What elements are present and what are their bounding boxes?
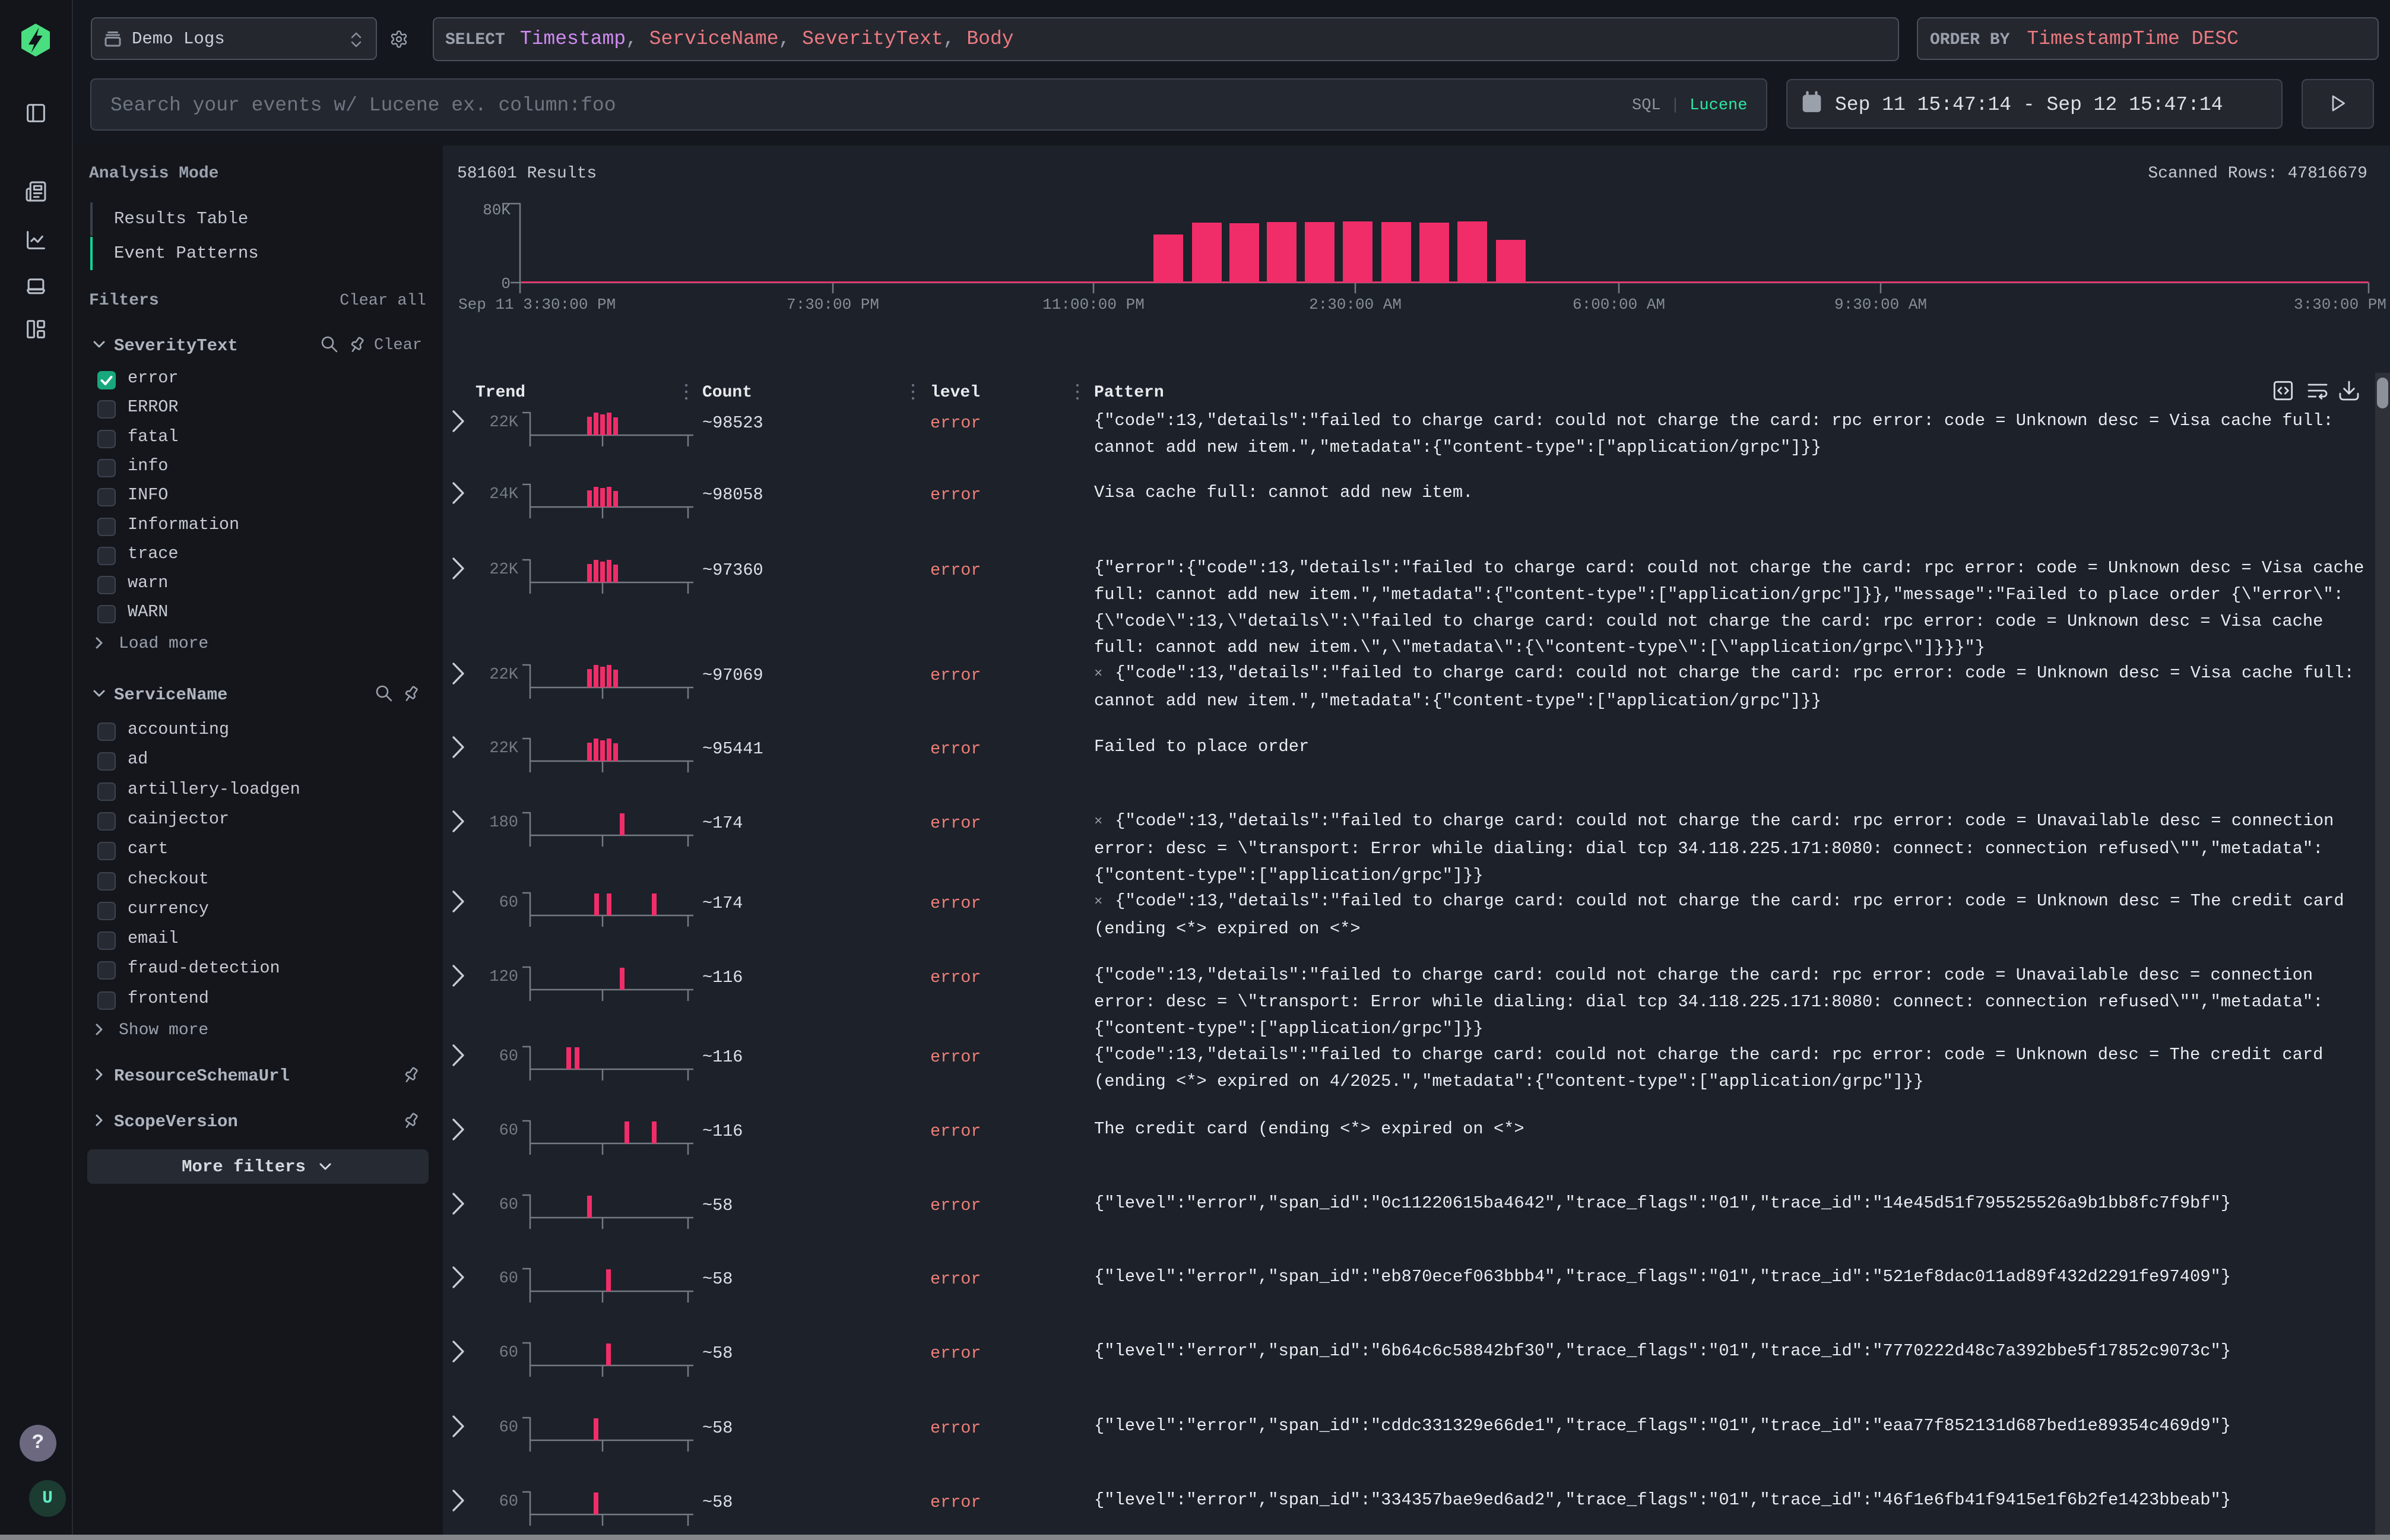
svg-text:3:30:00 PM: 3:30:00 PM <box>2294 296 2386 313</box>
svg-text:60: 60 <box>499 1196 518 1214</box>
svg-text:60: 60 <box>499 1048 518 1066</box>
svg-text:22K: 22K <box>489 666 518 684</box>
svg-text:60: 60 <box>499 1419 518 1437</box>
svg-text:60: 60 <box>499 1344 518 1362</box>
svg-text:9:30:00 AM: 9:30:00 AM <box>1834 296 1927 313</box>
svg-text:7:30:00 PM: 7:30:00 PM <box>787 296 879 313</box>
svg-text:22K: 22K <box>489 561 518 579</box>
svg-text:120: 120 <box>489 968 518 986</box>
svg-text:60: 60 <box>499 894 518 912</box>
svg-text:22K: 22K <box>489 740 518 758</box>
svg-text:22K: 22K <box>489 414 518 432</box>
svg-text:11:00:00 PM: 11:00:00 PM <box>1042 296 1145 313</box>
svg-text:24K: 24K <box>489 486 518 503</box>
svg-text:6:00:00 AM: 6:00:00 AM <box>1573 296 1665 313</box>
svg-text:180: 180 <box>489 814 518 832</box>
svg-text:60: 60 <box>499 1122 518 1140</box>
svg-text:2:30:00 AM: 2:30:00 AM <box>1309 296 1402 313</box>
svg-text:0: 0 <box>501 275 511 293</box>
svg-text:60: 60 <box>499 1270 518 1288</box>
svg-text:60: 60 <box>499 1493 518 1511</box>
svg-text:Sep 11 3:30:00 PM: Sep 11 3:30:00 PM <box>458 296 616 313</box>
